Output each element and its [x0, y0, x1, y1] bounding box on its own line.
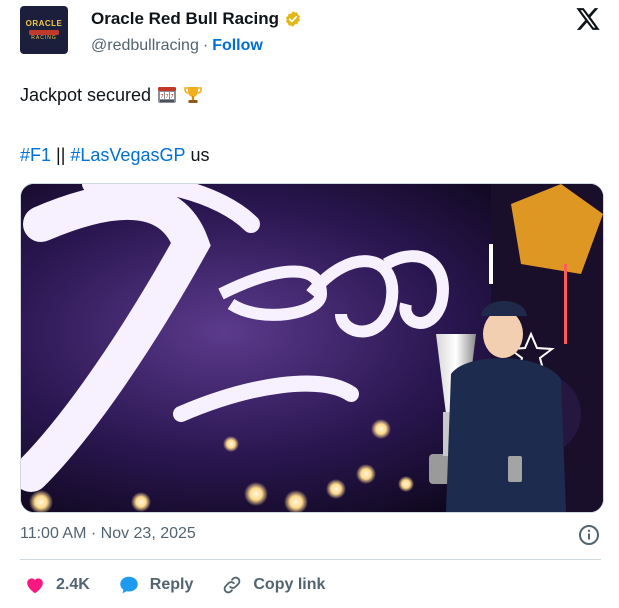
svg-text:7: 7 [165, 94, 168, 100]
x-logo-icon[interactable] [575, 7, 601, 31]
tweet-text-line1: Jackpot secured [20, 85, 152, 105]
author-name-row: Oracle Red Bull Racing [91, 9, 302, 29]
heart-icon [27, 578, 43, 594]
link-icon [224, 576, 241, 594]
follow-button[interactable]: Follow [212, 37, 263, 55]
copy-link-label: Copy link [253, 576, 326, 593]
avatar-logo-sub: RACING [31, 34, 57, 41]
slot-machine-emoji: 7 7 7 [158, 87, 177, 103]
author-handle[interactable]: @redbullracing [91, 37, 199, 55]
author-avatar[interactable]: ORACLE RACING [20, 6, 68, 54]
info-icon[interactable] [578, 524, 600, 546]
trophy-emoji [184, 87, 202, 103]
hashtag-lasvegasgp[interactable]: #LasVegasGP [70, 144, 185, 166]
reply-button[interactable]: Reply [118, 574, 194, 596]
svg-text:7: 7 [160, 94, 163, 100]
like-button[interactable]: 2.4K [24, 574, 90, 596]
reply-bubble-icon [120, 576, 138, 594]
tweet-text: Jackpot secured 7 7 7 #F1 || #LasVegasGP… [20, 84, 210, 166]
likes-count: 2.4K [56, 576, 90, 593]
handle-separator: · [202, 37, 209, 54]
tweet-timestamp[interactable]: 11:00 AM · Nov 23, 2025 [20, 525, 196, 543]
footer-divider [20, 559, 601, 560]
avatar-logo-text: ORACLE [25, 18, 63, 28]
vegas-sign-photo [21, 184, 603, 512]
copy-link-button[interactable]: Copy link [221, 574, 325, 596]
hashtag-separator: || [56, 145, 66, 165]
author-display-name[interactable]: Oracle Red Bull Racing [91, 9, 279, 29]
tweet-trailing-text: us [190, 145, 210, 165]
tweet-actions: 2.4K Reply Copy link [24, 574, 325, 596]
hashtag-f1[interactable]: #F1 [20, 144, 51, 166]
verified-badge-icon [285, 11, 301, 27]
svg-text:7: 7 [170, 94, 173, 100]
reply-label: Reply [149, 576, 194, 593]
author-handle-row: @redbullracing · Follow [91, 37, 263, 55]
tweet-embed-card: ORACLE RACING Oracle Red Bull Racing @re… [0, 0, 619, 608]
tweet-photo[interactable] [20, 183, 604, 513]
